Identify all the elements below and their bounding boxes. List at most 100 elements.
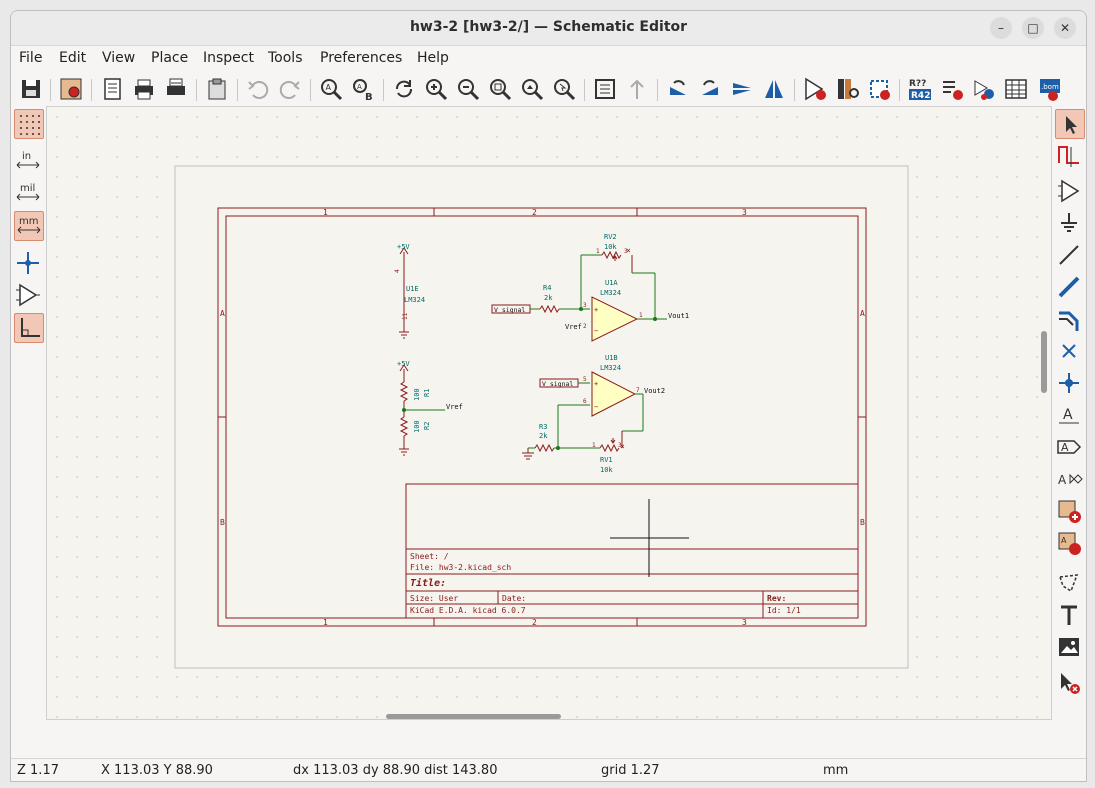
no-connect-icon[interactable] xyxy=(1055,337,1083,365)
minimize-button[interactable]: – xyxy=(990,17,1012,39)
status-bar: Z 1.17 X 113.03 Y 88.90 dx 113.03 dy 88.… xyxy=(11,758,1086,781)
add-text-icon[interactable] xyxy=(1055,601,1083,629)
rotate-ccw-icon[interactable] xyxy=(664,75,692,103)
menu-inspect[interactable]: Inspect xyxy=(203,50,254,66)
find-icon[interactable]: A xyxy=(317,75,345,103)
menu-file[interactable]: File xyxy=(19,50,42,66)
erc-icon[interactable] xyxy=(938,75,966,103)
power-5v-label: +5V xyxy=(397,360,410,368)
annotate-icon[interactable]: R?? R42 xyxy=(906,75,934,103)
zoom-selection-icon[interactable] xyxy=(550,75,578,103)
r1-value: 100 xyxy=(413,388,421,401)
symbol-editor-icon[interactable] xyxy=(801,75,829,103)
page-settings-icon[interactable] xyxy=(98,75,126,103)
status-delta: dx 113.03 dy 88.90 dist 143.80 xyxy=(293,763,498,778)
horizontal-scroll-thumb[interactable] xyxy=(386,714,561,719)
title-bar: hw3-2 [hw3-2/] — Schematic Editor – □ ✕ xyxy=(11,11,1086,46)
vertical-scroll-thumb[interactable] xyxy=(1041,331,1047,393)
r4-ref: R4 xyxy=(543,284,551,292)
net-label-vout1: Vout1 xyxy=(668,312,689,320)
row-label: A xyxy=(220,309,225,318)
simulator-icon[interactable] xyxy=(970,75,998,103)
zoom-out-icon[interactable] xyxy=(454,75,482,103)
units-inch-button[interactable]: in xyxy=(14,147,42,175)
add-bus-icon[interactable] xyxy=(1055,273,1083,301)
highlight-net-icon[interactable] xyxy=(1055,141,1083,169)
cursor-icon[interactable] xyxy=(14,249,42,277)
close-button[interactable]: ✕ xyxy=(1054,17,1076,39)
row-label: B xyxy=(220,518,225,527)
45-degree-icon[interactable] xyxy=(14,313,44,343)
hierarchical-label-icon[interactable]: A xyxy=(1055,465,1083,493)
u1a-ref: U1A xyxy=(605,279,618,287)
print-icon[interactable] xyxy=(130,75,158,103)
add-image-icon[interactable] xyxy=(1055,633,1083,661)
redo-icon[interactable] xyxy=(276,75,304,103)
row-label: B xyxy=(860,518,865,527)
rv1-ref: RV1 xyxy=(600,456,613,464)
u1e-ref: U1E xyxy=(406,285,419,293)
plot-icon[interactable] xyxy=(162,75,190,103)
rv2-value: 10k xyxy=(604,243,617,251)
pin-types-icon[interactable] xyxy=(14,281,42,309)
schematic-editor-window: hw3-2 [hw3-2/] — Schematic Editor – □ ✕ … xyxy=(10,10,1087,782)
zoom-objects-icon[interactable] xyxy=(518,75,546,103)
units-mil-button[interactable]: mil xyxy=(14,179,42,207)
add-power-icon[interactable] xyxy=(1055,209,1083,237)
svg-text:A: A xyxy=(1063,407,1073,423)
junction-icon[interactable] xyxy=(1055,369,1083,397)
footprint-assign-icon[interactable] xyxy=(865,75,893,103)
inverting-mark: − xyxy=(594,327,598,335)
save-icon[interactable] xyxy=(17,75,45,103)
menu-edit[interactable]: Edit xyxy=(59,50,86,66)
title-block-file: File: hw3-2.kicad_sch xyxy=(410,563,511,572)
title-block-title: Title: xyxy=(410,577,446,589)
import-sheet-pin-icon[interactable]: A xyxy=(1055,529,1083,557)
u1a-value: LM324 xyxy=(600,289,621,297)
hierarchy-navigator-icon[interactable] xyxy=(591,75,619,103)
global-label-icon[interactable]: A xyxy=(1055,433,1083,461)
add-sheet-icon[interactable] xyxy=(1055,497,1083,525)
refresh-icon[interactable] xyxy=(390,75,418,103)
add-line-icon[interactable] xyxy=(1055,569,1083,597)
bom-icon[interactable]: .bom xyxy=(1036,75,1064,103)
grid-toggle-icon[interactable] xyxy=(14,109,44,139)
paste-icon[interactable] xyxy=(203,75,231,103)
menu-place[interactable]: Place xyxy=(151,50,188,66)
horizontal-scrollbar[interactable] xyxy=(46,711,1050,721)
bus-entry-icon[interactable] xyxy=(1055,305,1083,333)
maximize-button[interactable]: □ xyxy=(1022,17,1044,39)
r3-value: 2k xyxy=(539,432,548,440)
menu-view[interactable]: View xyxy=(102,50,135,66)
schematic-canvas[interactable]: 1 2 3 1 2 3 A A B B Sheet: / File: hw3-2… xyxy=(46,106,1052,720)
menu-bar: File Edit View Place Inspect Tools Prefe… xyxy=(11,46,1086,72)
rotate-cw-icon[interactable] xyxy=(696,75,724,103)
svg-text:A: A xyxy=(1058,473,1067,487)
mirror-vertical-icon[interactable] xyxy=(728,75,756,103)
symbol-browser-icon[interactable] xyxy=(833,75,861,103)
menu-help[interactable]: Help xyxy=(417,50,449,66)
delete-icon[interactable] xyxy=(1055,669,1083,697)
undo-icon[interactable] xyxy=(244,75,272,103)
svg-text:R??: R?? xyxy=(909,79,926,89)
svg-text:A: A xyxy=(326,83,332,92)
zoom-in-icon[interactable] xyxy=(422,75,450,103)
leave-sheet-icon[interactable] xyxy=(623,75,651,103)
menu-tools[interactable]: Tools xyxy=(268,50,303,66)
select-icon[interactable] xyxy=(1055,109,1085,139)
units-mm-button[interactable]: mm xyxy=(14,211,44,241)
status-zoom: Z 1.17 xyxy=(17,763,59,778)
add-wire-icon[interactable] xyxy=(1055,241,1083,269)
mirror-horizontal-icon[interactable] xyxy=(760,75,788,103)
r4-value: 2k xyxy=(544,294,553,302)
bom-fields-icon[interactable] xyxy=(1002,75,1030,103)
column-label: 3 xyxy=(742,208,747,217)
svg-text:A: A xyxy=(357,83,362,91)
units-mm-label: mm xyxy=(19,216,38,227)
schematic-setup-icon[interactable] xyxy=(57,75,85,103)
menu-preferences[interactable]: Preferences xyxy=(320,50,402,66)
zoom-fit-icon[interactable] xyxy=(486,75,514,103)
find-replace-icon[interactable]: AB xyxy=(349,75,377,103)
net-label-icon[interactable]: A xyxy=(1055,401,1083,429)
add-symbol-icon[interactable] xyxy=(1055,177,1083,205)
